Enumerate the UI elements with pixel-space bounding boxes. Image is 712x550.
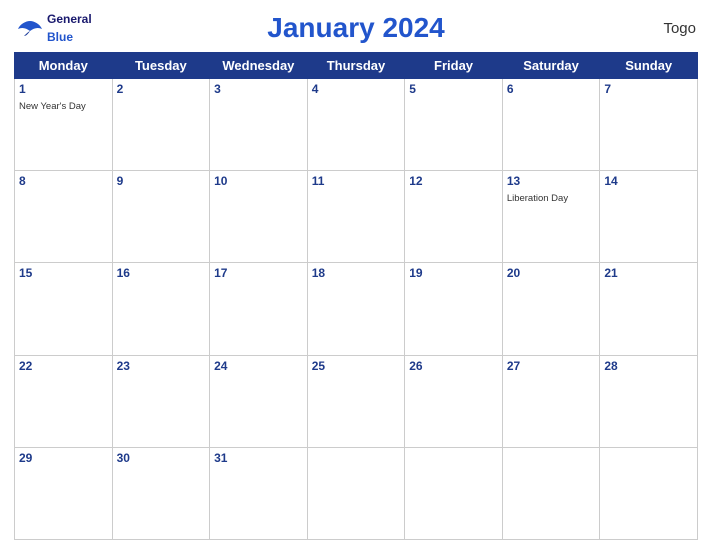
day-number: 17 bbox=[214, 266, 303, 280]
day-number: 12 bbox=[409, 174, 498, 188]
day-number: 7 bbox=[604, 82, 693, 96]
day-number: 27 bbox=[507, 359, 596, 373]
calendar-cell: 15 bbox=[15, 263, 113, 355]
holiday-label: New Year's Day bbox=[19, 101, 86, 112]
calendar-cell: 18 bbox=[307, 263, 405, 355]
day-number: 1 bbox=[19, 82, 108, 96]
day-number: 25 bbox=[312, 359, 401, 373]
day-number: 9 bbox=[117, 174, 206, 188]
day-number: 2 bbox=[117, 82, 206, 96]
day-number: 22 bbox=[19, 359, 108, 373]
calendar-title: January 2024 bbox=[106, 12, 606, 44]
calendar-cell: 22 bbox=[15, 355, 113, 447]
calendar-cell: 25 bbox=[307, 355, 405, 447]
calendar-cell bbox=[600, 447, 698, 539]
day-number: 11 bbox=[312, 174, 401, 188]
calendar-week-row: 15 16 17 18 19 20 21 bbox=[15, 263, 698, 355]
day-number: 13 bbox=[507, 174, 596, 188]
day-number: 16 bbox=[117, 266, 206, 280]
calendar-page: General Blue January 2024 Togo Monday Tu… bbox=[0, 0, 712, 550]
day-number: 26 bbox=[409, 359, 498, 373]
calendar-header: General Blue January 2024 Togo bbox=[14, 10, 698, 46]
calendar-cell bbox=[502, 447, 600, 539]
calendar-cell: 9 bbox=[112, 171, 210, 263]
calendar-cell: 31 bbox=[210, 447, 308, 539]
logo: General Blue bbox=[16, 10, 106, 46]
day-number: 8 bbox=[19, 174, 108, 188]
header-thursday: Thursday bbox=[307, 53, 405, 79]
calendar-cell: 17 bbox=[210, 263, 308, 355]
day-number: 31 bbox=[214, 451, 303, 465]
day-number: 18 bbox=[312, 266, 401, 280]
calendar-cell: 23 bbox=[112, 355, 210, 447]
calendar-cell bbox=[307, 447, 405, 539]
calendar-cell: 30 bbox=[112, 447, 210, 539]
calendar-cell: 12 bbox=[405, 171, 503, 263]
calendar-cell: 20 bbox=[502, 263, 600, 355]
header-sunday: Sunday bbox=[600, 53, 698, 79]
calendar-cell: 13 Liberation Day bbox=[502, 171, 600, 263]
day-number: 4 bbox=[312, 82, 401, 96]
calendar-week-row: 29 30 31 bbox=[15, 447, 698, 539]
calendar-cell: 19 bbox=[405, 263, 503, 355]
calendar-cell: 4 bbox=[307, 79, 405, 171]
calendar-week-row: 89 10 11 12 13 Liberation Day 14 bbox=[15, 171, 698, 263]
calendar-cell: 26 bbox=[405, 355, 503, 447]
logo-icon bbox=[16, 19, 44, 37]
calendar-body: 1New Year's Day2345678910111213Liberatio… bbox=[15, 79, 698, 540]
day-number: 28 bbox=[604, 359, 693, 373]
day-number: 14 bbox=[604, 174, 693, 188]
calendar-cell: 2 bbox=[112, 79, 210, 171]
header-wednesday: Wednesday bbox=[210, 53, 308, 79]
header-friday: Friday bbox=[405, 53, 503, 79]
calendar-week-row: 22 23 24 25 26 27 28 bbox=[15, 355, 698, 447]
day-number: 10 bbox=[214, 174, 303, 188]
day-number: 15 bbox=[19, 266, 108, 280]
weekday-header-row: Monday Tuesday Wednesday Thursday Friday… bbox=[15, 53, 698, 79]
calendar-cell: 29 bbox=[15, 447, 113, 539]
calendar-cell: 7 bbox=[600, 79, 698, 171]
day-number: 5 bbox=[409, 82, 498, 96]
day-number: 24 bbox=[214, 359, 303, 373]
holiday-label: Liberation Day bbox=[507, 193, 568, 204]
day-number: 29 bbox=[19, 451, 108, 465]
calendar-cell: 6 bbox=[502, 79, 600, 171]
day-number: 6 bbox=[507, 82, 596, 96]
calendar-cell: 14 bbox=[600, 171, 698, 263]
calendar-cell: 10 bbox=[210, 171, 308, 263]
day-number: 30 bbox=[117, 451, 206, 465]
calendar-cell: 27 bbox=[502, 355, 600, 447]
calendar-cell: 1 New Year's Day bbox=[15, 79, 113, 171]
calendar-cell bbox=[405, 447, 503, 539]
calendar-cell: 11 bbox=[307, 171, 405, 263]
day-number: 20 bbox=[507, 266, 596, 280]
calendar-table: Monday Tuesday Wednesday Thursday Friday… bbox=[14, 52, 698, 540]
day-number: 21 bbox=[604, 266, 693, 280]
calendar-cell: 5 bbox=[405, 79, 503, 171]
calendar-cell: 28 bbox=[600, 355, 698, 447]
calendar-week-row: 1 New Year's Day 234567 bbox=[15, 79, 698, 171]
header-saturday: Saturday bbox=[502, 53, 600, 79]
calendar-cell: 8 bbox=[15, 171, 113, 263]
day-number: 3 bbox=[214, 82, 303, 96]
day-number: 23 bbox=[117, 359, 206, 373]
calendar-cell: 16 bbox=[112, 263, 210, 355]
logo-blue: Blue bbox=[47, 30, 73, 44]
calendar-cell: 3 bbox=[210, 79, 308, 171]
header-monday: Monday bbox=[15, 53, 113, 79]
country-label: Togo bbox=[606, 20, 696, 37]
calendar-cell: 21 bbox=[600, 263, 698, 355]
calendar-cell: 24 bbox=[210, 355, 308, 447]
logo-general: General bbox=[47, 12, 92, 26]
day-number: 19 bbox=[409, 266, 498, 280]
header-tuesday: Tuesday bbox=[112, 53, 210, 79]
